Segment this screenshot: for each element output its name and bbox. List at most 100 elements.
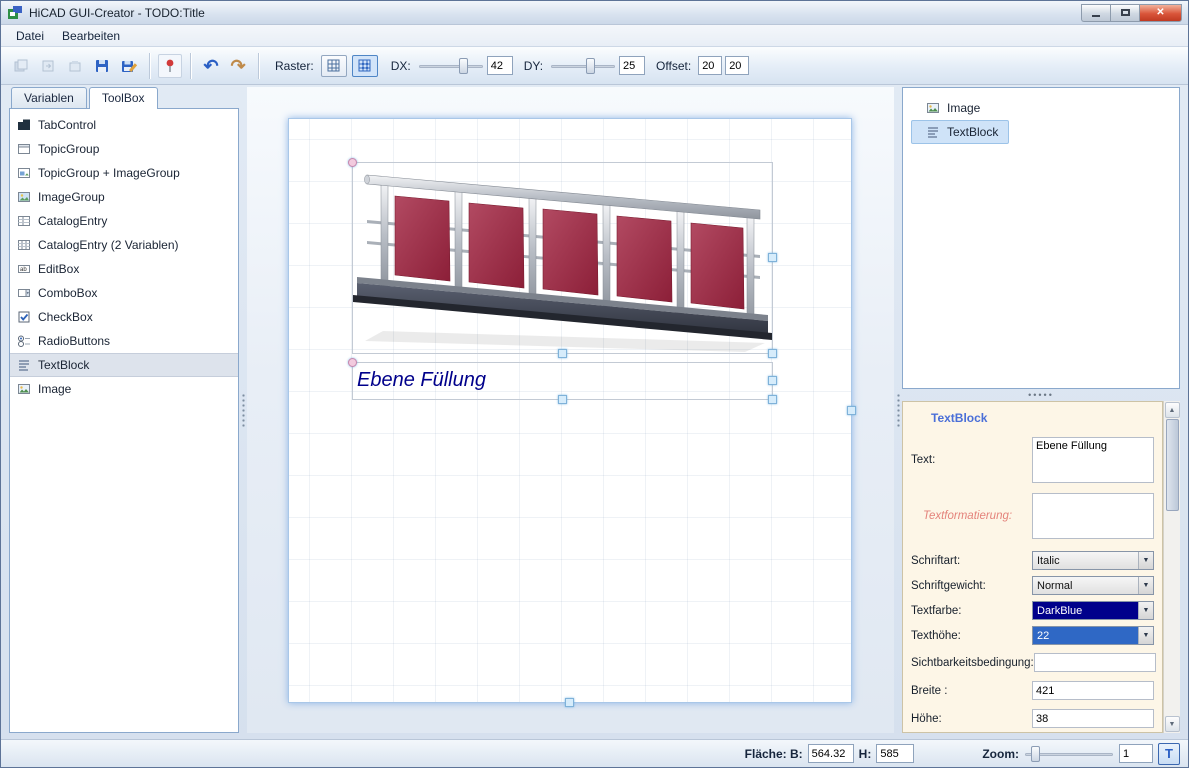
design-page[interactable]: Ebene Füllung	[288, 118, 852, 703]
toolbox-item-label: CatalogEntry	[38, 214, 107, 228]
scrollbar-thumb[interactable]	[1166, 419, 1179, 511]
toolbox-item-textblock[interactable]: TextBlock	[10, 353, 238, 377]
properties-scrollbar[interactable]: ▲ ▼	[1163, 401, 1180, 733]
toolbox-item-image[interactable]: Image	[10, 377, 238, 401]
dx-slider[interactable]	[418, 56, 484, 76]
pin-icon[interactable]	[158, 54, 182, 78]
sichtbarkeitsbedingung-label: Sichtbarkeitsbedingung:	[911, 657, 1034, 669]
grid-icon[interactable]	[321, 55, 347, 77]
toolbox-item-label: TextBlock	[38, 358, 89, 372]
flaeche-label: Fläche: B:	[745, 747, 803, 761]
dy-input[interactable]	[619, 56, 645, 75]
menu-bearbeiten[interactable]: Bearbeiten	[53, 26, 129, 46]
canvas-area[interactable]: Ebene Füllung	[247, 87, 894, 733]
text-input[interactable]: Ebene Füllung	[1032, 437, 1154, 483]
splitter-grip-icon	[897, 393, 900, 427]
resize-handle-bottom-right[interactable]	[768, 349, 777, 358]
scroll-up-icon[interactable]: ▲	[1165, 402, 1180, 418]
properties-title: TextBlock	[931, 411, 1162, 425]
toolbox-item-editbox[interactable]: ab EditBox	[10, 257, 238, 281]
element-item-textblock[interactable]: TextBlock	[911, 120, 1009, 144]
resize-handle-bottom[interactable]	[558, 395, 567, 404]
right-panel: Image TextBlock ••••• TextBlock Text: Eb…	[902, 87, 1180, 733]
copy-disabled-icon[interactable]	[36, 54, 60, 78]
element-item-image[interactable]: Image	[911, 96, 991, 120]
rotate-handle[interactable]	[348, 358, 357, 367]
textformatierung-input[interactable]	[1032, 493, 1154, 539]
left-splitter[interactable]	[239, 87, 247, 733]
redo-icon[interactable]: ↷	[226, 54, 250, 78]
toolbox-item-tabcontrol[interactable]: TabControl	[10, 113, 238, 137]
resize-handle-right[interactable]	[768, 376, 777, 385]
right-splitter[interactable]	[894, 87, 902, 733]
flaeche-h-input[interactable]	[876, 744, 914, 763]
imagegroup-icon	[17, 190, 31, 204]
chevron-down-icon[interactable]: ▼	[1138, 577, 1153, 594]
tab-variablen[interactable]: Variablen	[11, 87, 87, 109]
dy-slider-thumb[interactable]	[586, 58, 595, 74]
offset-x-input[interactable]	[698, 56, 722, 75]
window-title: HiCAD GUI-Creator - TODO:Title	[29, 6, 205, 20]
toolbox-item-checkbox[interactable]: CheckBox	[10, 305, 238, 329]
zoom-slider[interactable]	[1024, 744, 1114, 764]
text-label: Text:	[911, 454, 1032, 466]
chevron-down-icon[interactable]: ▼	[1138, 602, 1153, 619]
flaeche-b-input[interactable]	[808, 744, 854, 763]
sichtbarkeitsbedingung-input[interactable]	[1034, 653, 1156, 672]
hoehe-input[interactable]	[1032, 709, 1154, 728]
schriftgewicht-select[interactable]: Normal ▼	[1032, 576, 1154, 595]
import-disabled-icon[interactable]	[63, 54, 87, 78]
page-resize-handle-bottom[interactable]	[565, 698, 574, 707]
properties-splitter[interactable]: •••••	[902, 389, 1180, 401]
resize-handle-bottom[interactable]	[558, 349, 567, 358]
minimize-button[interactable]	[1081, 4, 1110, 22]
breite-label: Breite :	[911, 685, 1032, 697]
toolbox-item-catalogentry[interactable]: CatalogEntry	[10, 209, 238, 233]
texthoehe-label: Texthöhe:	[911, 630, 1032, 642]
rotate-handle[interactable]	[348, 158, 357, 167]
resize-handle-right[interactable]	[768, 253, 777, 262]
save-as-icon[interactable]	[117, 54, 141, 78]
dx-input[interactable]	[487, 56, 513, 75]
zoom-slider-thumb[interactable]	[1031, 746, 1040, 762]
toolbox-item-imagegroup[interactable]: ImageGroup	[10, 185, 238, 209]
texthoehe-select[interactable]: 22 ▼	[1032, 626, 1154, 645]
resize-handle-bottom-right[interactable]	[768, 395, 777, 404]
chevron-down-icon[interactable]: ▼	[1138, 552, 1153, 569]
dx-slider-thumb[interactable]	[459, 58, 468, 74]
grid-snap-icon[interactable]	[352, 55, 378, 77]
design-element-textblock[interactable]: Ebene Füllung	[352, 362, 773, 400]
tab-toolbox[interactable]: ToolBox	[89, 87, 158, 109]
textfarbe-select[interactable]: DarkBlue ▼	[1032, 601, 1154, 620]
save-icon[interactable]	[90, 54, 114, 78]
schriftart-select[interactable]: Italic ▼	[1032, 551, 1154, 570]
dy-slider[interactable]	[550, 56, 616, 76]
design-element-image[interactable]	[352, 162, 773, 354]
undo-icon[interactable]: ↶	[199, 54, 223, 78]
svg-text:ab: ab	[20, 267, 27, 273]
toolbox-item-label: ComboBox	[38, 286, 97, 300]
text-tool-button[interactable]: T	[1158, 743, 1180, 765]
toolbox-item-catalogentry-2[interactable]: CatalogEntry (2 Variablen)	[10, 233, 238, 257]
offset-y-input[interactable]	[725, 56, 749, 75]
breite-input[interactable]	[1032, 681, 1154, 700]
topicgroup-icon	[17, 142, 31, 156]
menu-datei[interactable]: Datei	[7, 26, 53, 46]
page-resize-handle-right[interactable]	[847, 406, 856, 415]
scroll-down-icon[interactable]: ▼	[1165, 716, 1180, 732]
maximize-button[interactable]	[1110, 4, 1139, 22]
combobox-icon	[17, 286, 31, 300]
paste-disabled-icon[interactable]	[9, 54, 33, 78]
toolbox-item-label: TopicGroup + ImageGroup	[38, 166, 180, 180]
textfarbe-label: Textfarbe:	[911, 605, 1032, 617]
toolbox-item-topicgroup-imagegroup[interactable]: TopicGroup + ImageGroup	[10, 161, 238, 185]
close-button[interactable]: ✕	[1139, 4, 1182, 22]
toolbox-item-radiobuttons[interactable]: RadioButtons	[10, 329, 238, 353]
chevron-down-icon[interactable]: ▼	[1138, 627, 1153, 644]
toolbox-item-topicgroup[interactable]: TopicGroup	[10, 137, 238, 161]
maximize-icon	[1121, 9, 1130, 16]
toolbar: ↶ ↷ Raster: DX: DY: Offset:	[1, 47, 1188, 85]
zoom-input[interactable]	[1119, 744, 1153, 763]
toolbox-item-combobox[interactable]: ComboBox	[10, 281, 238, 305]
raster-label: Raster:	[275, 59, 314, 73]
